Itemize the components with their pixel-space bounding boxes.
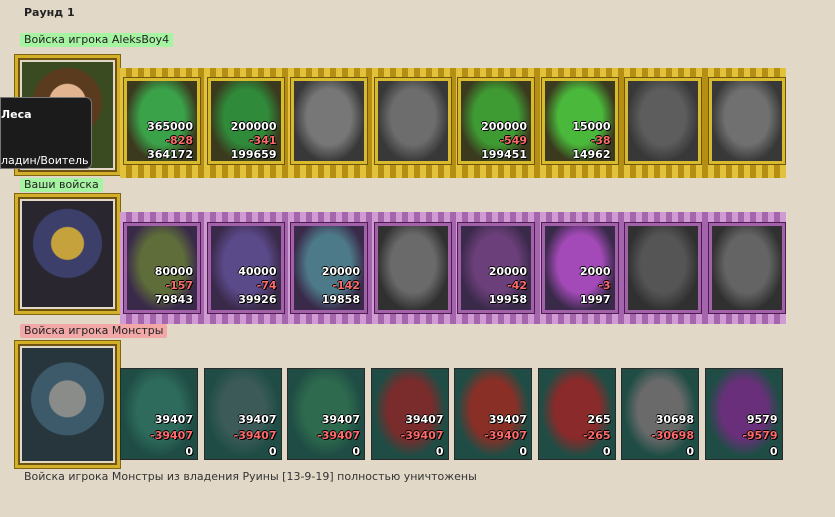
unit-remaining: 19858 <box>321 293 360 306</box>
unit-loss: -74 <box>256 279 277 292</box>
unit-slot[interactable]: 39407 -39407 0 <box>454 368 532 460</box>
hero-portrait-own[interactable] <box>15 194 120 314</box>
unit-remaining: 0 <box>435 445 444 458</box>
unit-slot[interactable]: 39407 -39407 0 <box>287 368 365 460</box>
unit-remaining: 79843 <box>154 293 193 306</box>
unit-remaining: 0 <box>519 445 527 458</box>
unit-count: 200000 <box>230 120 277 133</box>
unit-count: 39407 <box>154 413 193 426</box>
unit-loss: -828 <box>165 134 193 147</box>
unit-remaining: 19958 <box>488 293 527 306</box>
unit-loss: -30698 <box>651 429 694 442</box>
tooltip-line-2: ладин/Воитель <box>1 154 89 167</box>
army-strip-monsters: 39407 -39407 0 39407 -39407 0 39407 -39407 0 3940… <box>120 366 786 462</box>
unit-loss: -39407 <box>317 429 360 442</box>
unit-count: 20000 <box>321 265 360 278</box>
unit-loss: -265 <box>582 429 611 442</box>
unit-loss: -39407 <box>484 429 527 442</box>
unit-loss: -9579 <box>742 429 778 442</box>
unit-slot[interactable]: 20000 -42 19958 <box>458 223 534 313</box>
unit-remaining: 39926 <box>238 293 277 306</box>
unit-count: 200000 <box>481 120 527 133</box>
unit-count: 30698 <box>655 413 694 426</box>
unit-count: 9579 <box>746 413 778 426</box>
unit-remaining: 199451 <box>481 148 527 161</box>
unit-slot[interactable]: 265 -265 0 <box>537 368 616 460</box>
unit-slot[interactable]: 30698 -30698 0 <box>621 368 699 460</box>
unit-loss: -39407 <box>233 429 277 442</box>
unit-count: 40000 <box>238 265 277 278</box>
unit-count: 265 <box>587 413 611 426</box>
unit-slot[interactable]: 200000 -549 199451 <box>458 78 534 164</box>
unit-remaining: 199659 <box>230 148 277 161</box>
unit-remaining: 0 <box>268 445 277 458</box>
unit-icon <box>711 81 782 161</box>
unit-slot[interactable]: 39407 -39407 0 <box>370 368 449 460</box>
unit-slot[interactable]: 20000 -142 19858 <box>291 223 367 313</box>
unit-loss: -142 <box>332 279 360 292</box>
unit-slot[interactable]: 80000 -157 79843 <box>124 223 200 313</box>
unit-remaining: 14962 <box>572 148 611 161</box>
unit-count: 2000 <box>579 265 611 278</box>
unit-slot[interactable]: 15000 -38 14962 <box>541 78 618 164</box>
unit-count: 15000 <box>572 120 611 133</box>
unit-loss: -38 <box>590 134 611 147</box>
unit-loss: -341 <box>248 134 277 147</box>
unit-slot[interactable]: 39407 -39407 0 <box>203 368 282 460</box>
unit-remaining: 0 <box>185 445 193 458</box>
unit-slot[interactable] <box>708 78 785 164</box>
army-strip-own: 80000 -157 79843 40000 -74 39926 20000 -142 1985… <box>120 212 786 324</box>
unit-slot[interactable]: 9579 -9579 0 <box>704 368 783 460</box>
round-title: Раунд 1 <box>24 6 75 19</box>
unit-slot[interactable]: 40000 -74 39926 <box>207 223 284 313</box>
unit-icon <box>377 226 448 310</box>
unit-count: 39407 <box>321 413 360 426</box>
unit-slot[interactable]: 200000 -341 199659 <box>207 78 284 164</box>
unit-slot[interactable] <box>625 78 701 164</box>
unit-slot[interactable]: 365000 -828 364172 <box>124 78 200 164</box>
unit-icon <box>711 226 782 310</box>
unit-loss: -3 <box>598 279 611 292</box>
player-label-monsters: Войска игрока Монстры <box>20 324 168 338</box>
unit-loss: -39407 <box>150 429 193 442</box>
unit-remaining: 1997 <box>579 293 611 306</box>
army-strip-aleksboy4: 365000 -828 364172 200000 -341 199659 200000 -5… <box>120 68 786 178</box>
unit-icon <box>628 226 698 310</box>
unit-icon <box>628 81 698 161</box>
unit-icon <box>377 81 448 161</box>
hero-portrait-monsters[interactable] <box>15 341 120 468</box>
unit-count: 80000 <box>154 265 193 278</box>
unit-remaining: 0 <box>769 445 778 458</box>
unit-count: 39407 <box>488 413 527 426</box>
unit-remaining: 0 <box>352 445 360 458</box>
unit-remaining: 0 <box>686 445 694 458</box>
unit-loss: -549 <box>499 134 527 147</box>
unit-slot[interactable]: 2000 -3 1997 <box>541 223 618 313</box>
unit-count: 365000 <box>147 120 193 133</box>
unit-remaining: 0 <box>602 445 611 458</box>
unit-remaining: 364172 <box>147 148 193 161</box>
battle-result-text: Войска игрока Монстры из владения Руины … <box>24 470 477 483</box>
unit-slot[interactable] <box>374 78 451 164</box>
unit-count: 39407 <box>238 413 277 426</box>
unit-loss: -157 <box>165 279 193 292</box>
tooltip-line-1: Леса <box>1 108 32 121</box>
player-label-aleksboy4: Войска игрока AleksBoy4 <box>20 33 174 47</box>
unit-count: 39407 <box>405 413 444 426</box>
unit-slot[interactable] <box>291 78 367 164</box>
unit-loss: -42 <box>507 279 527 292</box>
unit-slot[interactable] <box>708 223 785 313</box>
unit-count: 20000 <box>488 265 527 278</box>
unit-slot[interactable] <box>374 223 451 313</box>
player-label-own: Ваши войска <box>20 178 103 192</box>
unit-loss: -39407 <box>400 429 444 442</box>
hero-tooltip: Леса ладин/Воитель <box>0 97 92 169</box>
unit-icon <box>294 81 364 161</box>
unit-slot[interactable]: 39407 -39407 0 <box>120 368 198 460</box>
unit-slot[interactable] <box>625 223 701 313</box>
